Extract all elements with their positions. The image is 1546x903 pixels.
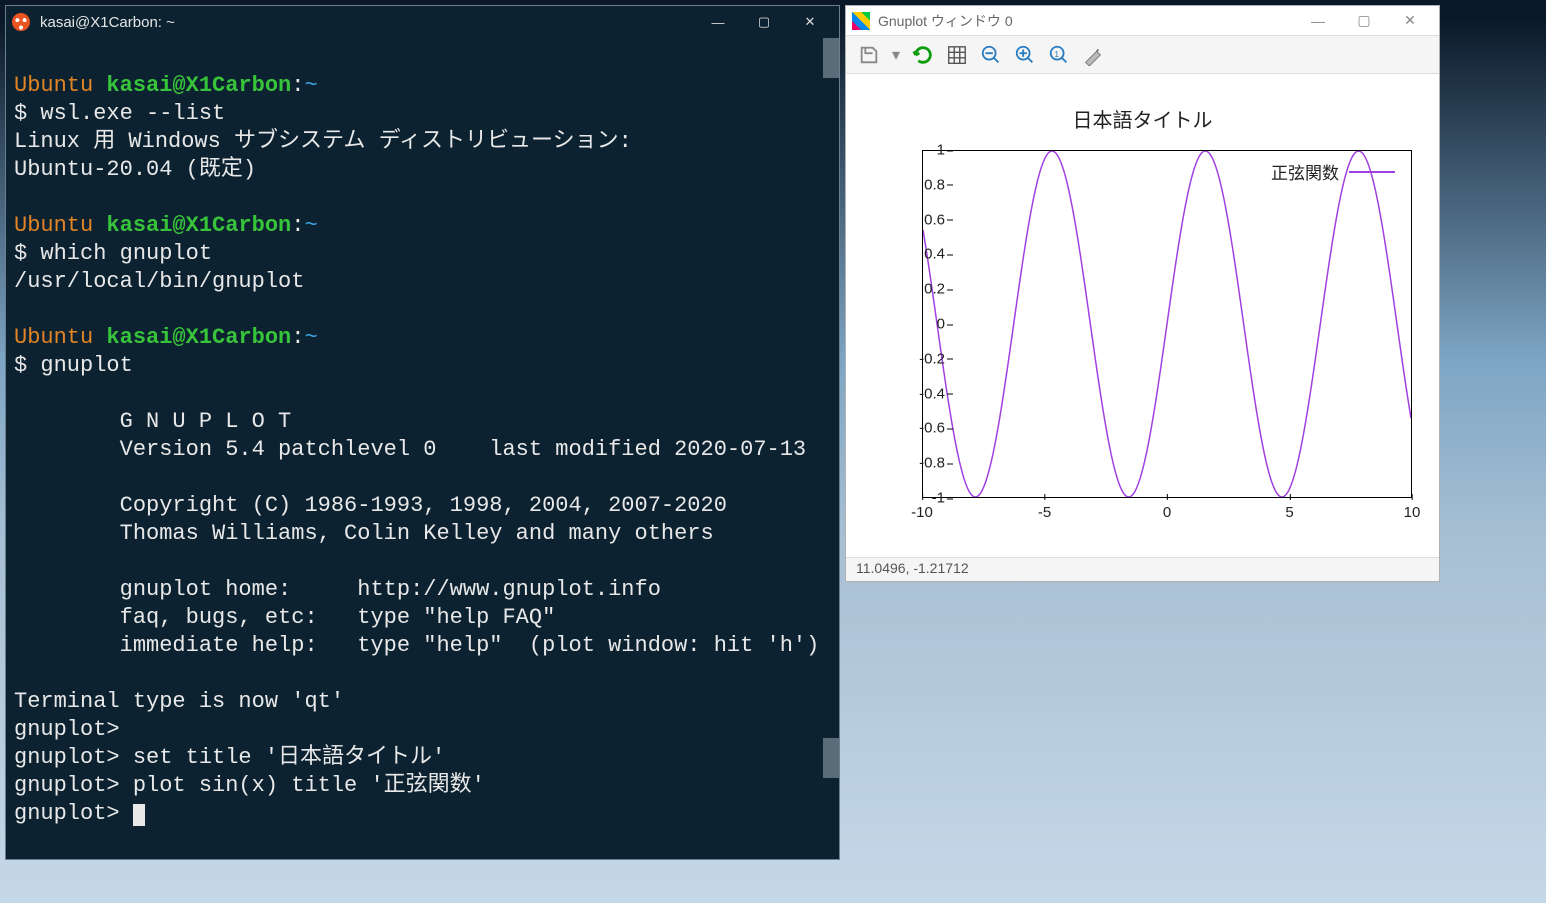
chart-title: 日本語タイトル <box>846 74 1439 133</box>
gnuplot-cmd: gnuplot> set title '日本語タイトル' <box>14 745 445 770</box>
export-icon[interactable] <box>858 44 880 66</box>
wsl-header: Linux 用 Windows サブシステム ディストリビューション: <box>14 129 632 154</box>
svg-text:1: 1 <box>1054 49 1059 58</box>
terminal-window: kasai@X1Carbon: ~ — ▢ ✕ Ubuntu kasai@X1C… <box>5 5 840 860</box>
gnuplot-window-title: Gnuplot ウィンドウ 0 <box>878 11 1013 31</box>
cwd: ~ <box>304 73 317 98</box>
minimize-button[interactable]: — <box>1295 6 1341 36</box>
x-tick-label: 10 <box>1404 504 1421 521</box>
wsl-distro: Ubuntu-20.04 (既定) <box>14 157 256 182</box>
gnuplot-banner: gnuplot home: http://www.gnuplot.info <box>14 577 661 602</box>
gnuplot-banner: Thomas Williams, Colin Kelley and many o… <box>14 521 714 546</box>
cmd-line: $ which gnuplot <box>14 241 212 266</box>
gnuplot-prompt: gnuplot> <box>14 801 120 826</box>
terminal-window-controls: — ▢ ✕ <box>695 6 833 38</box>
zoom-out-icon[interactable] <box>980 44 1002 66</box>
gnuplot-banner: faq, bugs, etc: type "help FAQ" <box>14 605 555 630</box>
x-tick-label: 0 <box>1163 504 1171 521</box>
y-tick-label: -0.8 <box>919 455 945 472</box>
plot-status-bar: 11.0496, -1.21712 <box>846 557 1439 581</box>
y-tick-label: 0.4 <box>924 246 945 263</box>
gnuplot-banner: Copyright (C) 1986-1993, 1998, 2004, 200… <box>14 493 727 518</box>
minimize-button[interactable]: — <box>695 6 741 38</box>
settings-icon[interactable] <box>1082 44 1104 66</box>
y-tick-label: 0 <box>937 316 945 333</box>
y-tick-label: 0.8 <box>924 176 945 193</box>
zoom-in-icon[interactable] <box>1014 44 1036 66</box>
gnuplot-banner: Version 5.4 patchlevel 0 last modified 2… <box>14 437 806 462</box>
terminal-titlebar[interactable]: kasai@X1Carbon: ~ — ▢ ✕ <box>6 6 839 38</box>
close-button[interactable]: ✕ <box>787 6 833 38</box>
y-tick-label: 0.2 <box>924 281 945 298</box>
y-tick-label: -1 <box>932 490 945 507</box>
gnuplot-banner: G N U P L O T <box>14 409 291 434</box>
y-tick-label: -0.4 <box>919 385 945 402</box>
cmd-line: $ gnuplot <box>14 353 133 378</box>
ubuntu-icon <box>12 13 30 31</box>
gnuplot-prompt: gnuplot> <box>14 717 120 742</box>
y-tick-label: -0.6 <box>919 420 945 437</box>
gnuplot-toolbar: ▾ 1 <box>846 36 1439 74</box>
x-tick-label: -5 <box>1038 504 1051 521</box>
chart-line <box>923 151 1411 497</box>
x-tick-label: -10 <box>911 504 933 521</box>
gnuplot-titlebar[interactable]: Gnuplot ウィンドウ 0 — ▢ ✕ <box>846 6 1439 36</box>
gnuplot-banner: immediate help: type "help" (plot window… <box>14 633 819 658</box>
chart-axes: 正弦関数 <box>922 150 1412 498</box>
terminal-cursor <box>133 804 145 826</box>
y-tick-label: -0.2 <box>919 350 945 367</box>
gnuplot-window: Gnuplot ウィンドウ 0 — ▢ ✕ ▾ 1 日本語タイトル <box>845 5 1440 582</box>
plot-canvas[interactable]: 日本語タイトル 正弦関数 -1 -0.8 -0.6 -0.4 -0.2 0 0.2 0.4 0.… <box>846 74 1439 557</box>
which-output: /usr/local/bin/gnuplot <box>14 269 304 294</box>
y-tick-label: 0.6 <box>924 211 945 228</box>
reload-icon[interactable] <box>912 44 934 66</box>
terminal-title: kasai@X1Carbon: ~ <box>40 14 175 31</box>
maximize-button[interactable]: ▢ <box>741 6 787 38</box>
zoom-reset-icon[interactable]: 1 <box>1048 44 1070 66</box>
close-button[interactable]: ✕ <box>1387 6 1433 36</box>
cmd-line: $ wsl.exe --list <box>14 101 225 126</box>
terminal-content[interactable]: Ubuntu kasai@X1Carbon:~ $ wsl.exe --list… <box>6 38 839 859</box>
terminal-type: Terminal type is now 'qt' <box>14 689 344 714</box>
maximize-button[interactable]: ▢ <box>1341 6 1387 36</box>
y-tick-label: 1 <box>937 142 945 159</box>
x-tick-label: 5 <box>1285 504 1293 521</box>
grid-icon[interactable] <box>946 44 968 66</box>
gnuplot-cmd: gnuplot> plot sin(x) title '正弦関数' <box>14 773 485 798</box>
gnuplot-app-icon <box>852 12 870 30</box>
gnuplot-window-controls: — ▢ ✕ <box>1295 6 1433 36</box>
user-host: kasai@X1Carbon <box>106 73 291 98</box>
os-label: Ubuntu <box>14 73 93 98</box>
